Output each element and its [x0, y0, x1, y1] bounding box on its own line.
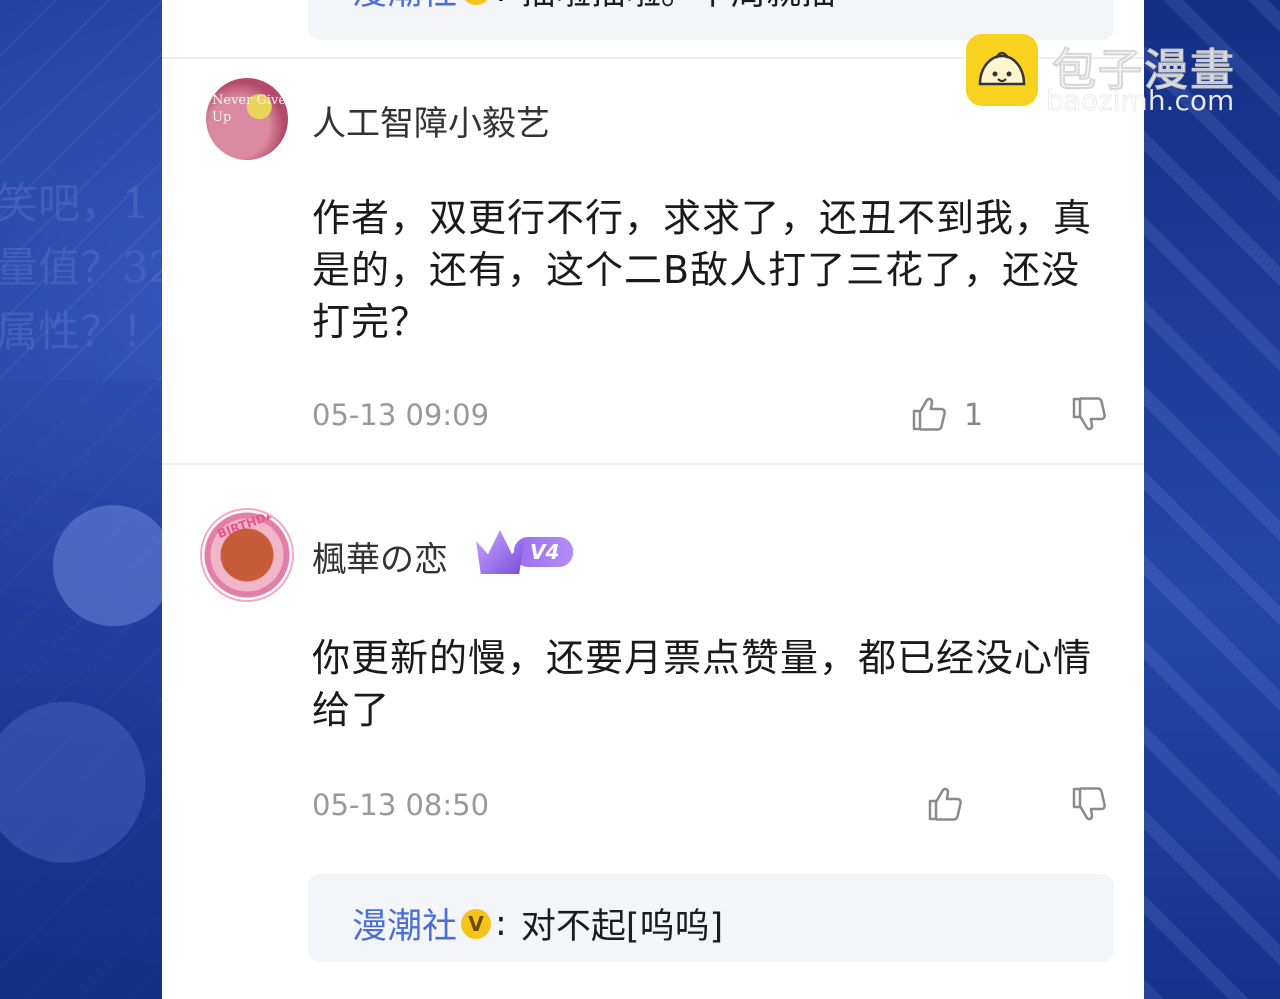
thumbs-down-icon[interactable]	[1068, 784, 1108, 824]
username[interactable]: 楓華の恋	[312, 532, 448, 581]
background-manga-text: 笑吧，1 量值？32 属性？！	[0, 179, 176, 356]
thumbs-down-icon[interactable]	[1068, 394, 1108, 434]
comment-body: 作者，双更行不行，求求了，还丑不到我，真是的，还有，这个二B敌人打了三花了，还没…	[312, 196, 1093, 344]
comment-time: 05-13 08:50	[312, 788, 490, 822]
avatar-text: BIRTHDAY	[215, 508, 284, 542]
thumbs-up-icon[interactable]	[924, 784, 964, 824]
reply-text: 对不起[呜呜]	[520, 907, 724, 947]
level-badge: V4	[476, 530, 574, 574]
verified-icon: V	[461, 908, 492, 939]
watermark: 包子漫畫 baozimh.com	[966, 34, 1266, 124]
author-reply[interactable]: 漫潮社 V : 对不起[呜呜]	[308, 874, 1114, 962]
reply-colon: :	[495, 903, 507, 944]
avatar-text: Never Give Up	[212, 93, 287, 125]
reply-text: 插啦插啦。下周就插	[521, 0, 836, 15]
reply-colon: :	[495, 0, 507, 10]
comment-time: 05-13 09:09	[312, 398, 490, 432]
username[interactable]: 人工智障小毅艺	[312, 96, 550, 145]
comment-body: 你更新的慢，还要月票点赞量，都已经没心情给了	[312, 636, 1093, 732]
comment-card: 漫潮社 V : 插啦插啦。下周就插 Never Give Up 人工智障小毅艺 …	[162, 0, 1144, 999]
watermark-url: baozimh.com	[1046, 84, 1235, 118]
crown-icon	[476, 530, 524, 574]
thumbs-up-icon[interactable]	[908, 394, 948, 434]
like-count: 1	[964, 398, 984, 433]
reply-author[interactable]: 漫潮社	[352, 0, 457, 15]
reply-author[interactable]: 漫潮社	[352, 898, 457, 949]
avatar[interactable]: Never Give Up	[206, 78, 288, 160]
verified-icon: V	[461, 0, 492, 5]
background-right-art	[1144, 0, 1280, 999]
background-manga-art	[0, 380, 162, 999]
bun-logo-icon	[966, 34, 1038, 106]
level-label: V4	[514, 537, 574, 567]
avatar[interactable]: BIRTHDAY	[200, 508, 294, 602]
